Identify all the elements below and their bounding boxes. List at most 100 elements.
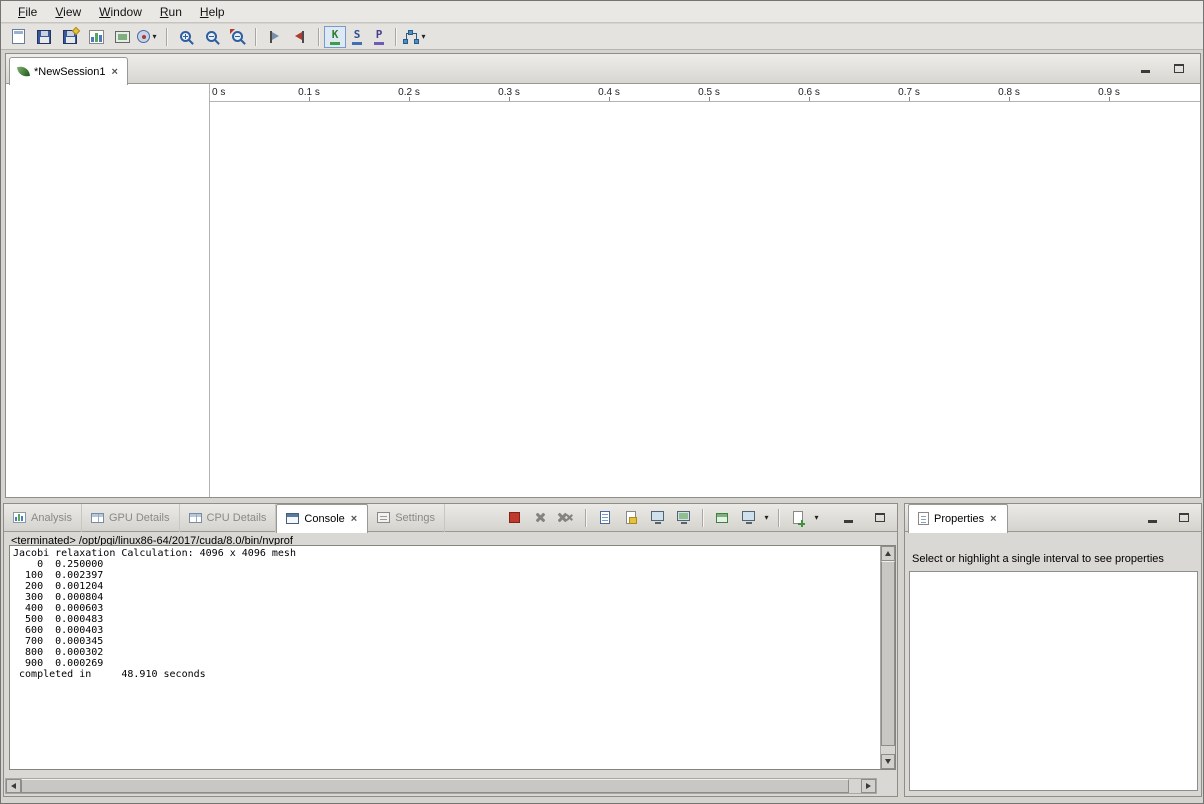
close-tab-icon[interactable]: × xyxy=(111,67,119,77)
remove-launch-button[interactable] xyxy=(528,507,552,529)
new-session-button[interactable] xyxy=(5,26,31,48)
vertical-scrollbar-thumb[interactable] xyxy=(881,561,895,746)
properties-content xyxy=(909,571,1198,791)
tab-settings[interactable]: Settings xyxy=(368,504,445,532)
properties-tab-icon xyxy=(918,512,929,525)
menu-window[interactable]: Window xyxy=(90,3,151,21)
scroll-right-button[interactable] xyxy=(861,779,876,793)
save-icon xyxy=(37,30,51,44)
properties-tabstrip: Properties × xyxy=(905,504,1201,532)
arrow-right-icon xyxy=(866,783,871,789)
process-mode-toggle[interactable]: P xyxy=(368,26,390,48)
screen-icon xyxy=(115,31,130,43)
close-tab-icon[interactable]: × xyxy=(350,514,358,524)
display-selected-console-button[interactable] xyxy=(736,507,760,529)
kernel-toggle-label: K xyxy=(332,28,339,41)
console-tab-icon xyxy=(286,513,299,524)
tab-properties[interactable]: Properties × xyxy=(908,504,1008,533)
save-session-as-button[interactable] xyxy=(57,26,83,48)
session-settings-icon xyxy=(137,30,150,43)
session-leaf-icon xyxy=(17,65,30,78)
open-console-button[interactable] xyxy=(786,507,810,529)
tab-cpu-details[interactable]: CPU Details xyxy=(180,504,277,532)
tab-analysis[interactable]: Analysis xyxy=(4,504,82,532)
maximize-icon xyxy=(1179,513,1189,522)
dropdown-arrow-icon[interactable]: ▾ xyxy=(812,514,821,522)
show-console-stderr-button[interactable] xyxy=(671,507,695,529)
next-marker-button[interactable] xyxy=(287,26,313,48)
console-horizontal-scrollbar[interactable] xyxy=(5,778,877,794)
maximize-editor-button[interactable] xyxy=(1170,60,1188,76)
console-vertical-scrollbar[interactable] xyxy=(880,546,895,769)
minimize-properties-button[interactable] xyxy=(1143,510,1161,526)
maximize-icon xyxy=(875,513,885,522)
console-output[interactable]: Jacobi relaxation Calculation: 4096 x 40… xyxy=(9,545,896,770)
kernel-mode-toggle[interactable]: K xyxy=(324,26,346,48)
maximize-properties-button[interactable] xyxy=(1175,510,1193,526)
stream-toggle-label: S xyxy=(354,28,361,41)
toolbar-separator xyxy=(395,28,396,46)
dropdown-arrow-icon[interactable]: ▾ xyxy=(419,33,428,41)
open-console-icon xyxy=(793,511,803,524)
minimize-editor-button[interactable] xyxy=(1136,60,1154,76)
minimize-icon xyxy=(1141,70,1150,73)
process-toggle-label: P xyxy=(376,28,383,41)
settings-tab-icon xyxy=(377,512,390,523)
maximize-bottom-panel-button[interactable] xyxy=(871,510,889,526)
menu-run[interactable]: Run xyxy=(151,3,191,21)
properties-panel: Properties × Select or highlight a singl… xyxy=(904,503,1202,797)
console-stdout-icon xyxy=(651,511,664,521)
menu-file[interactable]: File xyxy=(9,3,46,21)
arrow-down-icon xyxy=(885,759,891,764)
tab-settings-label: Settings xyxy=(395,512,435,524)
reset-zoom-button[interactable] xyxy=(224,26,250,48)
prev-marker-flag-icon xyxy=(267,30,281,44)
zoom-in-icon xyxy=(180,31,191,42)
scroll-up-button[interactable] xyxy=(881,546,895,561)
maximize-icon xyxy=(1174,64,1184,73)
zoom-out-button[interactable] xyxy=(198,26,224,48)
dropdown-arrow-icon[interactable]: ▾ xyxy=(762,514,771,522)
toolbar-separator xyxy=(585,509,586,527)
tab-console[interactable]: Console × xyxy=(276,504,368,533)
timeline-ruler[interactable]: 0 s 0.1 s 0.2 s 0.3 s 0.4 s 0.5 s 0.6 s … xyxy=(209,84,1200,102)
close-tab-icon[interactable]: × xyxy=(989,514,997,524)
stream-mode-toggle[interactable]: S xyxy=(346,26,368,48)
timeline-names-column xyxy=(6,102,209,497)
pin-console-button[interactable] xyxy=(710,507,734,529)
toolbar-separator xyxy=(166,28,167,46)
scroll-down-button[interactable] xyxy=(881,754,895,769)
zoom-in-button[interactable] xyxy=(172,26,198,48)
show-console-stdout-button[interactable] xyxy=(645,507,669,529)
analysis-nodes-icon xyxy=(403,30,419,44)
tab-gpu-details[interactable]: GPU Details xyxy=(82,504,180,532)
terminate-button[interactable] xyxy=(502,507,526,529)
menu-view[interactable]: View xyxy=(46,3,90,21)
arrow-up-icon xyxy=(885,551,891,556)
screenshot-button[interactable] xyxy=(109,26,135,48)
menubar: File View Window Run Help xyxy=(1,1,1203,23)
save-session-button[interactable] xyxy=(31,26,57,48)
console-stderr-icon xyxy=(677,511,690,521)
clear-console-button[interactable] xyxy=(593,507,617,529)
dropdown-arrow-icon[interactable]: ▾ xyxy=(150,33,159,41)
clear-console-icon xyxy=(600,511,610,524)
console-toolbar: ▾ ▾ xyxy=(502,507,827,529)
zoom-out-icon xyxy=(206,31,217,42)
scroll-left-button[interactable] xyxy=(6,779,21,793)
tab-analysis-label: Analysis xyxy=(31,512,72,524)
toolbar-separator xyxy=(255,28,256,46)
remove-all-terminated-button[interactable] xyxy=(554,507,578,529)
menu-help[interactable]: Help xyxy=(191,3,234,21)
session-tab[interactable]: *NewSession1 × xyxy=(9,57,128,85)
previous-marker-button[interactable] xyxy=(261,26,287,48)
nvvp-window: File View Window Run Help ▾ K S P ▾ xyxy=(0,0,1204,804)
timeline-canvas[interactable] xyxy=(210,102,1200,497)
view-report-button[interactable] xyxy=(83,26,109,48)
run-analysis-button[interactable]: ▾ xyxy=(401,26,430,48)
scroll-lock-button[interactable] xyxy=(619,507,643,529)
configure-session-button[interactable]: ▾ xyxy=(135,26,161,48)
minimize-bottom-panel-button[interactable] xyxy=(839,510,857,526)
toolbar-separator xyxy=(778,509,779,527)
horizontal-scrollbar-thumb[interactable] xyxy=(21,779,849,793)
